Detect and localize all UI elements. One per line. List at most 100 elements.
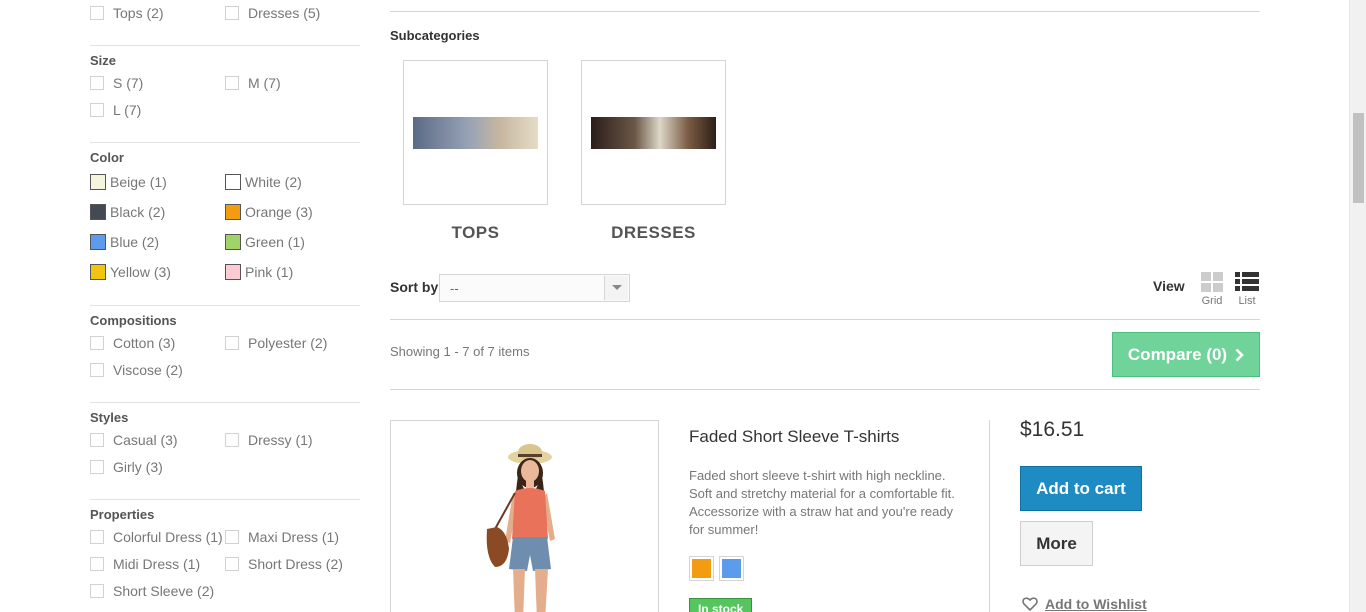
subcategory-dresses[interactable]: DRESSES bbox=[581, 60, 726, 243]
wishlist-label: Add to Wishlist bbox=[1045, 596, 1147, 612]
filter-label: Cotton (3) bbox=[113, 335, 176, 351]
filter-property-maxi-dress[interactable]: Maxi Dress (1) bbox=[225, 529, 339, 545]
filter-color-green[interactable]: Green (1) bbox=[225, 234, 305, 250]
checkbox[interactable] bbox=[90, 530, 104, 544]
sort-selected-value: -- bbox=[450, 280, 459, 296]
filter-property-colorful-dress[interactable]: Colorful Dress (1) bbox=[90, 529, 223, 545]
top-divider bbox=[390, 11, 1260, 12]
add-to-wishlist-link[interactable]: Add to Wishlist bbox=[1022, 596, 1147, 612]
product-image-link[interactable] bbox=[390, 420, 659, 612]
checkbox[interactable] bbox=[225, 76, 239, 90]
scrollbar-thumb[interactable] bbox=[1353, 113, 1364, 203]
filter-size-m[interactable]: M (7) bbox=[225, 75, 281, 91]
filter-label: Viscose (2) bbox=[113, 362, 183, 378]
list-divider bbox=[390, 389, 1260, 390]
more-button[interactable]: More bbox=[1020, 521, 1093, 566]
filter-style-casual[interactable]: Casual (3) bbox=[90, 432, 178, 448]
showing-count: Showing 1 - 7 of 7 items bbox=[390, 344, 530, 359]
checkbox[interactable] bbox=[90, 76, 104, 90]
color-swatch[interactable] bbox=[90, 264, 106, 280]
checkbox[interactable] bbox=[90, 460, 104, 474]
checkbox[interactable] bbox=[225, 557, 239, 571]
filter-color-black[interactable]: Black (2) bbox=[90, 204, 165, 220]
color-swatch[interactable] bbox=[225, 264, 241, 280]
stock-badge: In stock bbox=[689, 598, 753, 612]
color-swatch[interactable] bbox=[225, 174, 241, 190]
main-content: Subcategories TOPS DRESSES Sort by -- Vi… bbox=[390, 0, 1260, 612]
add-to-cart-button[interactable]: Add to cart bbox=[1020, 466, 1142, 511]
color-swatch[interactable] bbox=[90, 234, 106, 250]
subcategory-image[interactable] bbox=[403, 60, 548, 205]
checkbox[interactable] bbox=[90, 336, 104, 350]
filter-property-short-sleeve[interactable]: Short Sleeve (2) bbox=[90, 583, 214, 599]
filter-size-s[interactable]: S (7) bbox=[90, 75, 143, 91]
toolbar-divider bbox=[390, 319, 1260, 320]
filter-composition-cotton[interactable]: Cotton (3) bbox=[90, 335, 175, 351]
filter-label: L (7) bbox=[113, 102, 142, 118]
color-swatch[interactable] bbox=[90, 204, 106, 220]
filter-color-blue[interactable]: Blue (2) bbox=[90, 234, 159, 250]
compare-button[interactable]: Compare (0) bbox=[1112, 332, 1260, 377]
filter-property-midi-dress[interactable]: Midi Dress (1) bbox=[90, 556, 200, 572]
filter-label: Black (2) bbox=[110, 204, 166, 220]
checkbox[interactable] bbox=[225, 433, 239, 447]
filter-category-tops[interactable]: Tops (2) bbox=[90, 5, 164, 21]
filter-category-dresses[interactable]: Dresses (5) bbox=[225, 5, 320, 21]
filter-divider bbox=[90, 402, 360, 403]
vertical-scrollbar[interactable] bbox=[1349, 0, 1366, 612]
color-swatch[interactable] bbox=[225, 234, 241, 250]
filter-color-pink[interactable]: Pink (1) bbox=[225, 264, 293, 280]
filter-color-beige[interactable]: Beige (1) bbox=[90, 174, 167, 190]
filter-title-compositions: Compositions bbox=[90, 313, 177, 328]
checkbox[interactable] bbox=[90, 6, 104, 20]
list-caption: List bbox=[1238, 295, 1256, 307]
filter-label: White (2) bbox=[245, 174, 302, 190]
filter-property-short-dress[interactable]: Short Dress (2) bbox=[225, 556, 343, 572]
dresses-banner-image bbox=[591, 117, 716, 149]
filter-size-l[interactable]: L (7) bbox=[90, 102, 141, 118]
checkbox[interactable] bbox=[225, 336, 239, 350]
checkbox[interactable] bbox=[225, 6, 239, 20]
product-color-orange[interactable] bbox=[689, 556, 714, 581]
checkbox[interactable] bbox=[90, 363, 104, 377]
checkbox[interactable] bbox=[90, 433, 104, 447]
checkbox[interactable] bbox=[90, 103, 104, 117]
list-view-button[interactable]: List bbox=[1235, 272, 1259, 307]
product-description: Faded short sleeve t-shirt with high nec… bbox=[689, 468, 955, 537]
filter-color-white[interactable]: White (2) bbox=[225, 174, 302, 190]
view-label: View bbox=[1153, 278, 1185, 294]
checkbox[interactable] bbox=[225, 530, 239, 544]
subcategory-image[interactable] bbox=[581, 60, 726, 205]
chevron-right-icon bbox=[1235, 348, 1244, 361]
filter-label: Orange (3) bbox=[245, 204, 313, 220]
filter-label: Girly (3) bbox=[113, 459, 163, 475]
filter-color-orange[interactable]: Orange (3) bbox=[225, 204, 313, 220]
filter-composition-polyester[interactable]: Polyester (2) bbox=[225, 335, 327, 351]
product-name[interactable]: Faded Short Sleeve T-shirts bbox=[689, 427, 899, 447]
color-swatch[interactable] bbox=[225, 204, 241, 220]
filter-title-properties: Properties bbox=[90, 507, 155, 522]
checkbox[interactable] bbox=[90, 584, 104, 598]
product-color-blue[interactable] bbox=[719, 556, 744, 581]
filter-title-size: Size bbox=[90, 53, 117, 68]
filter-divider bbox=[90, 45, 360, 46]
filter-style-dressy[interactable]: Dressy (1) bbox=[225, 432, 313, 448]
filter-color-yellow[interactable]: Yellow (3) bbox=[90, 264, 171, 280]
filter-divider bbox=[90, 499, 360, 500]
checkbox[interactable] bbox=[90, 557, 104, 571]
subcategory-name[interactable]: DRESSES bbox=[581, 223, 726, 243]
subcategory-tops[interactable]: TOPS bbox=[403, 60, 548, 243]
filter-title-styles: Styles bbox=[90, 410, 129, 425]
grid-view-button[interactable]: Grid bbox=[1200, 272, 1224, 307]
filter-composition-viscose[interactable]: Viscose (2) bbox=[90, 362, 183, 378]
list-icon bbox=[1235, 272, 1259, 291]
filter-style-girly[interactable]: Girly (3) bbox=[90, 459, 163, 475]
color-swatch[interactable] bbox=[90, 174, 106, 190]
sort-select[interactable]: -- bbox=[439, 274, 630, 302]
chevron-down-icon[interactable] bbox=[604, 276, 628, 300]
filter-label: Short Sleeve (2) bbox=[113, 583, 215, 599]
filter-label: Maxi Dress (1) bbox=[248, 529, 340, 545]
filter-label: Dresses (5) bbox=[248, 5, 321, 21]
subcategory-name[interactable]: TOPS bbox=[403, 223, 548, 243]
filter-title-color: Color bbox=[90, 150, 124, 165]
